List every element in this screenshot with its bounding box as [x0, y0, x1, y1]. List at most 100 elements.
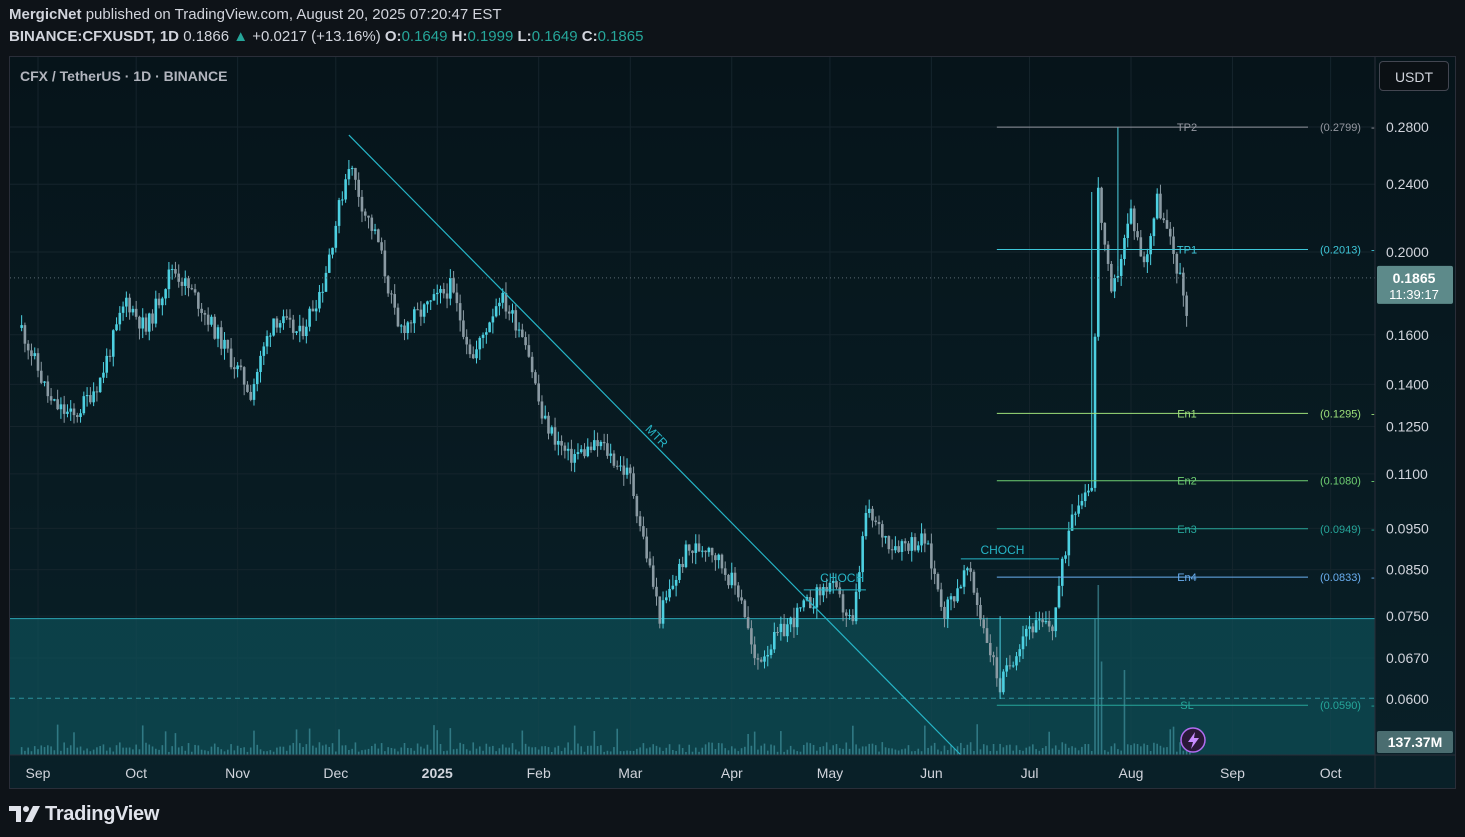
candle-body	[540, 401, 544, 419]
volume-bar	[564, 747, 566, 755]
candle-body	[789, 617, 792, 625]
candle-body	[995, 657, 999, 679]
candle-body	[1106, 244, 1110, 264]
tradingview-logo-icon[interactable]	[9, 805, 41, 823]
candle-body	[890, 549, 894, 551]
candle-body	[236, 365, 239, 370]
candle-body	[979, 605, 982, 620]
candle-body	[583, 449, 586, 457]
candle-body	[933, 568, 936, 574]
volume-bar	[652, 744, 655, 755]
candle-body	[380, 242, 383, 251]
published-text: published on TradingView.com, August 20,…	[85, 6, 502, 23]
volume-bar	[976, 724, 978, 755]
candle-body	[445, 293, 449, 299]
candle-body	[949, 596, 953, 600]
candle-body	[521, 329, 524, 338]
candle-body	[1146, 254, 1149, 263]
candle-body	[498, 302, 501, 307]
last-price-badge[interactable]: 0.186511:39:17	[1377, 265, 1453, 304]
level-label: TP1	[1177, 245, 1197, 257]
candle-body	[157, 298, 161, 306]
volume-bar	[560, 751, 563, 755]
volume-bar	[40, 745, 43, 755]
candle-body	[419, 309, 423, 317]
candle-body	[939, 589, 943, 607]
volume-bar	[547, 747, 550, 755]
level-value: (0.0949)	[1320, 524, 1361, 536]
price-chart[interactable]: MTRCHOCHCHOCHTP2 (0.2799) -TP1 (0.2013) -En1…	[10, 57, 1456, 789]
volume-bar	[79, 746, 82, 755]
candle-body	[399, 325, 403, 327]
candle-body	[180, 281, 184, 286]
volume-bar	[475, 748, 478, 755]
volume-bar	[302, 747, 304, 755]
volume-bar	[878, 751, 880, 755]
volume-bar	[711, 742, 713, 755]
currency-button[interactable]: USDT	[1379, 61, 1449, 91]
volume-bar	[253, 730, 255, 755]
volume-bar	[524, 743, 527, 755]
candle-body	[962, 570, 966, 587]
volume-bar	[786, 749, 789, 755]
candle-body	[357, 179, 361, 197]
candle-body	[1041, 619, 1044, 623]
volume-bar	[43, 747, 46, 755]
candle-body	[678, 563, 681, 580]
volume-bar	[328, 746, 331, 755]
volume-bar	[282, 746, 285, 755]
candle-body	[452, 277, 455, 293]
candle-body	[246, 384, 249, 392]
volume-bar	[1035, 749, 1037, 755]
volume-bar	[187, 743, 190, 755]
candle-body	[282, 316, 285, 324]
volume-bar	[321, 745, 324, 755]
volume-bar	[465, 749, 468, 755]
change-value: +0.0217 (+13.16%)	[252, 28, 381, 45]
volume-bar	[138, 749, 141, 755]
candle-body	[475, 349, 478, 359]
candle-body	[491, 316, 495, 323]
volume-bar	[325, 744, 327, 755]
time-tick-label: Mar	[618, 765, 642, 781]
volume-bar	[1081, 746, 1083, 755]
candle-body	[609, 453, 612, 456]
candle-body	[1132, 208, 1136, 232]
volume-bar	[1110, 746, 1113, 755]
volume-bar	[541, 746, 543, 755]
volume-bar	[943, 745, 946, 755]
chart-pane[interactable]: MTR CHOCH CHOCH TP2 (0.2799) - TP1 (0.2013) - En1…	[9, 56, 1456, 789]
candle-body	[936, 573, 940, 590]
lightning-button[interactable]	[1180, 727, 1206, 753]
candle-body	[439, 289, 442, 293]
volume-bar	[1038, 750, 1041, 755]
volume-bar	[812, 744, 815, 755]
volume-bar	[580, 746, 583, 755]
volume-bar	[704, 744, 707, 755]
level-dash: -	[1371, 524, 1375, 536]
candle-body	[560, 440, 563, 446]
candle-body	[593, 440, 596, 451]
candle-body	[1149, 236, 1152, 255]
volume-bar	[181, 746, 183, 755]
volume-bar	[649, 747, 651, 755]
candle-body	[347, 169, 351, 180]
candle-body	[403, 325, 406, 334]
candle-body	[105, 355, 109, 373]
volume-bar	[397, 751, 399, 755]
volume-bar	[1022, 750, 1024, 755]
candle-body	[465, 336, 468, 345]
candle-body	[210, 316, 213, 325]
candle-body	[118, 312, 122, 325]
candle-body	[305, 326, 308, 337]
volume-bar	[151, 746, 154, 755]
publisher-name[interactable]: MergicNet	[9, 6, 82, 23]
close-value: 0.1865	[597, 28, 644, 45]
candle-body	[579, 449, 583, 453]
price-tick-label: 0.1600	[1386, 327, 1429, 343]
tradingview-wordmark[interactable]: TradingView	[45, 803, 159, 826]
volume-bar	[66, 747, 69, 755]
candle-body	[619, 465, 622, 467]
candle-body	[435, 292, 439, 295]
candle-body	[511, 310, 514, 314]
